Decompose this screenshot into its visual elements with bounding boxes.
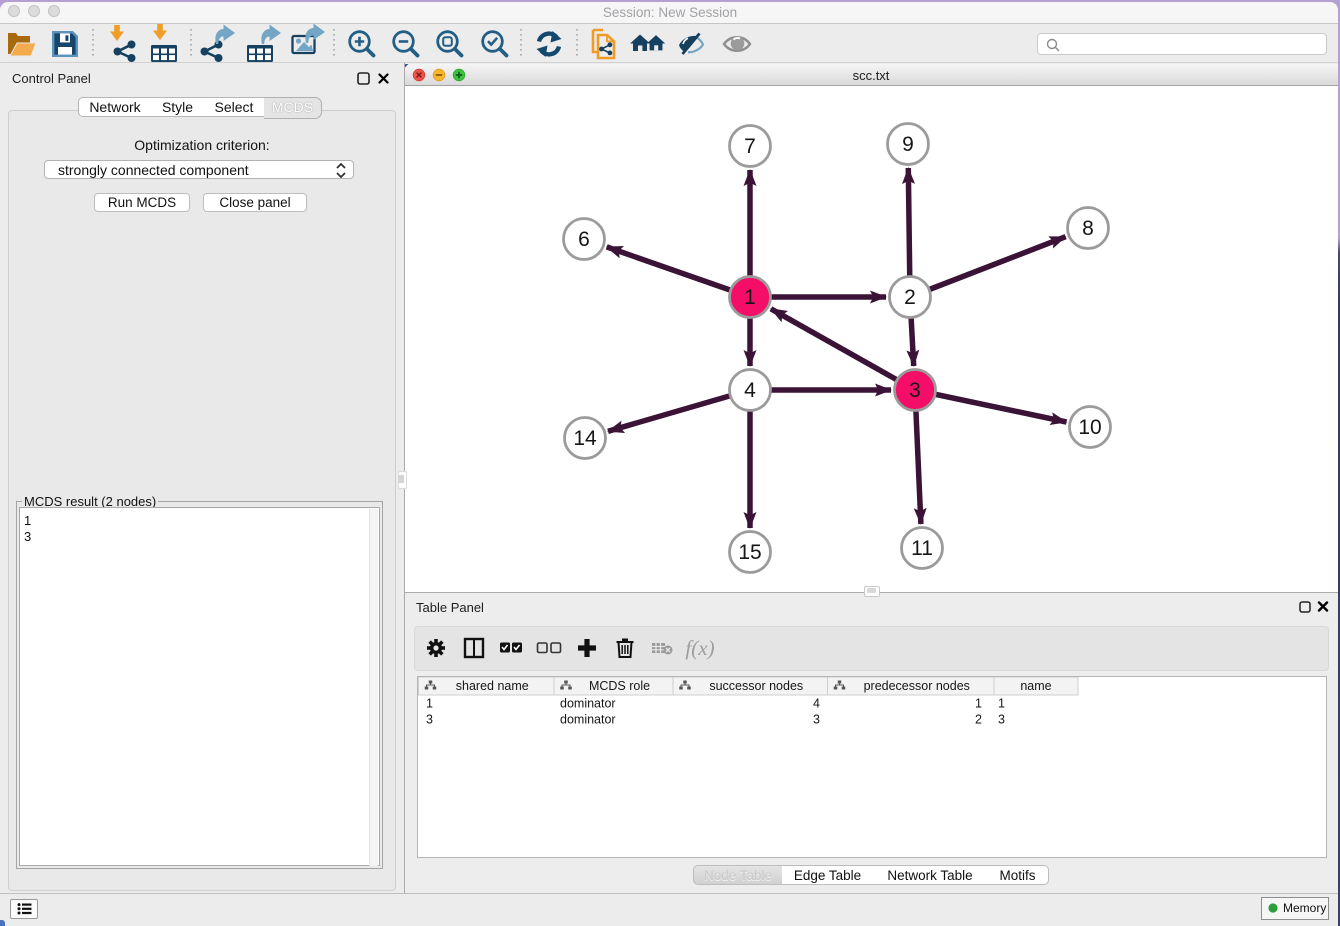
svg-text:shared name: shared name (456, 679, 529, 693)
svg-text:2: 2 (904, 286, 916, 309)
svg-text:11: 11 (911, 537, 933, 560)
svg-text:dominator: dominator (560, 697, 616, 711)
svg-text:dominator: dominator (560, 713, 616, 727)
svg-text:f(x): f(x) (685, 636, 714, 660)
svg-text:3: 3 (998, 713, 1005, 727)
svg-text:10: 10 (1078, 416, 1101, 439)
svg-text:successor nodes: successor nodes (709, 679, 803, 693)
svg-text:1: 1 (998, 697, 1005, 711)
svg-text:1: 1 (744, 286, 756, 309)
svg-text:2: 2 (975, 713, 982, 727)
svg-text:3: 3 (909, 379, 921, 402)
svg-text:3: 3 (813, 713, 820, 727)
svg-text:7: 7 (744, 135, 756, 158)
svg-text:14: 14 (573, 427, 597, 450)
svg-text:MCDS role: MCDS role (589, 679, 650, 693)
svg-text:4: 4 (744, 379, 756, 402)
svg-text:name: name (1020, 679, 1051, 693)
svg-text:9: 9 (902, 133, 914, 156)
svg-text:predecessor nodes: predecessor nodes (864, 679, 970, 693)
svg-text:1: 1 (426, 697, 433, 711)
svg-text:1: 1 (975, 697, 982, 711)
svg-text:8: 8 (1082, 217, 1094, 240)
svg-text:6: 6 (578, 228, 590, 251)
svg-text:15: 15 (738, 541, 761, 564)
svg-text:4: 4 (813, 697, 820, 711)
svg-text:3: 3 (426, 713, 433, 727)
